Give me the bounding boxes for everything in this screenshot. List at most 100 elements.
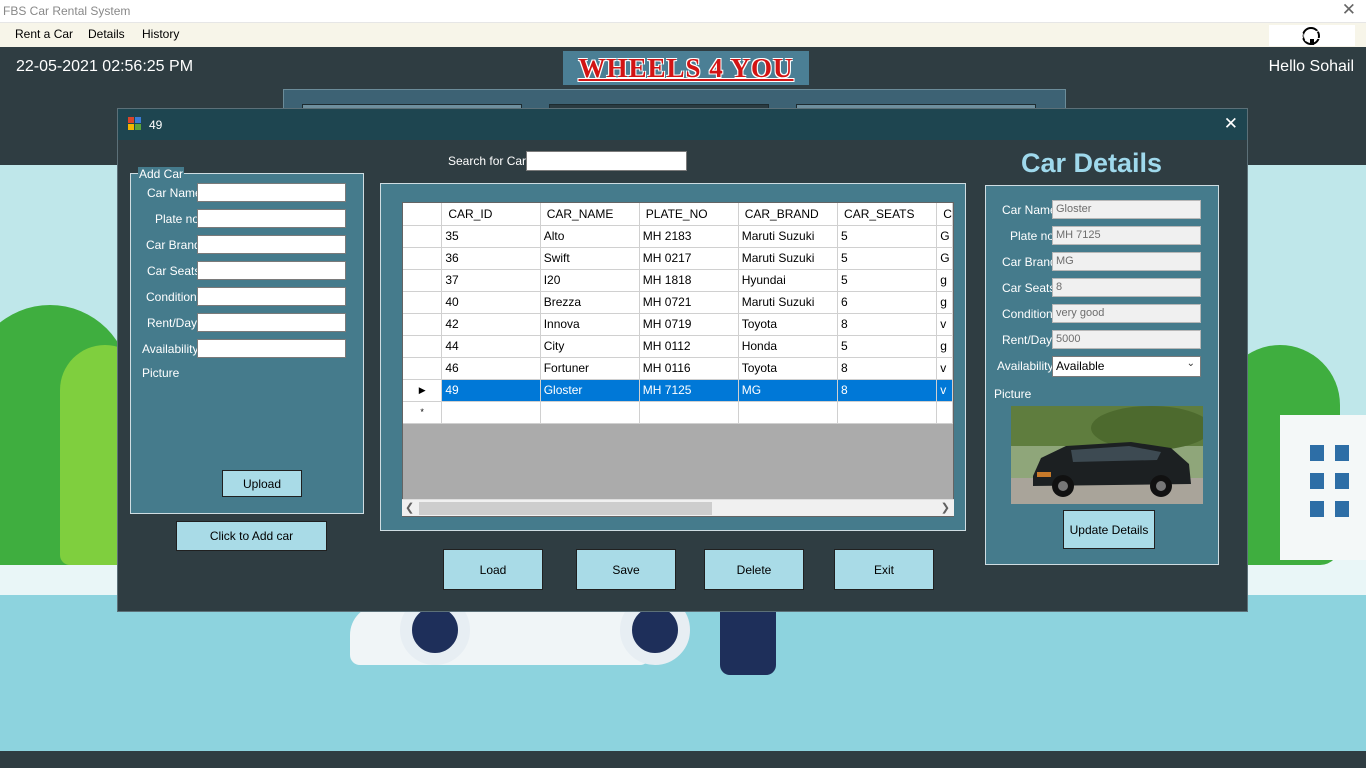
table-row[interactable]: 40 Brezza MH 0721 Maruti Suzuki 6 g (403, 291, 953, 314)
add-availability-input[interactable] (197, 339, 346, 358)
table-cell[interactable]: G (936, 247, 953, 270)
table-cell[interactable]: MH 7125 (639, 379, 739, 402)
table-cell[interactable]: 37 (441, 269, 541, 292)
main-close-icon[interactable]: ✕ (1342, 0, 1356, 20)
detail-name-field[interactable]: Gloster (1052, 200, 1201, 219)
table-cell[interactable]: 5 (837, 269, 938, 292)
load-button[interactable]: Load (443, 549, 543, 590)
table-cell[interactable]: 42 (441, 313, 541, 336)
detail-plate-field[interactable]: MH 7125 (1052, 226, 1201, 245)
car-grid[interactable]: CAR_ID CAR_NAME PLATE_NO CAR_BRAND CAR_S… (402, 202, 954, 517)
table-cell[interactable]: MH 1818 (639, 269, 739, 292)
new-row-cell[interactable] (738, 401, 839, 424)
table-cell[interactable]: Maruti Suzuki (738, 291, 839, 314)
upload-button[interactable]: Upload (222, 470, 302, 497)
table-cell[interactable]: 49 (441, 379, 541, 402)
scroll-thumb[interactable] (419, 502, 712, 515)
add-car-name-input[interactable] (197, 183, 346, 202)
table-cell[interactable]: 8 (837, 357, 938, 380)
table-cell[interactable]: v (936, 313, 953, 336)
table-cell[interactable]: 44 (441, 335, 541, 358)
table-cell[interactable]: 36 (441, 247, 541, 270)
detail-seats-field[interactable]: 8 (1052, 278, 1201, 297)
add-rent-input[interactable] (197, 313, 346, 332)
add-brand-input[interactable] (197, 235, 346, 254)
table-cell[interactable]: 8 (837, 313, 938, 336)
table-cell[interactable]: Innova (540, 313, 640, 336)
table-cell[interactable]: MH 0719 (639, 313, 739, 336)
table-cell[interactable]: City (540, 335, 640, 358)
dialog-close-icon[interactable]: ✕ (1224, 114, 1238, 134)
menu-rent-a-car[interactable]: Rent a Car (15, 27, 73, 41)
table-cell[interactable]: Toyota (738, 313, 839, 336)
col-header-condition[interactable]: C (936, 203, 953, 226)
table-cell[interactable]: g (936, 269, 953, 292)
col-header-car-brand[interactable]: CAR_BRAND (738, 203, 839, 226)
col-header-car-name[interactable]: CAR_NAME (540, 203, 640, 226)
table-cell[interactable]: Toyota (738, 357, 839, 380)
table-cell[interactable]: 8 (837, 379, 938, 402)
detail-rent-field[interactable]: 5000 (1052, 330, 1201, 349)
logout-button[interactable]: Log Out (1269, 25, 1355, 46)
table-row[interactable]: 37 I20 MH 1818 Hyundai 5 g (403, 269, 953, 292)
row-header[interactable] (403, 357, 443, 380)
row-header[interactable] (403, 247, 443, 270)
menu-history[interactable]: History (142, 27, 179, 41)
search-input[interactable] (526, 151, 687, 171)
table-cell[interactable]: Alto (540, 225, 640, 248)
table-cell[interactable]: Gloster (540, 379, 640, 402)
table-cell[interactable]: Brezza (540, 291, 640, 314)
table-cell[interactable]: MH 0116 (639, 357, 739, 380)
table-cell[interactable]: v (936, 379, 953, 402)
table-cell[interactable]: Swift (540, 247, 640, 270)
row-header[interactable]: ▶ (403, 379, 443, 402)
save-button[interactable]: Save (576, 549, 676, 590)
col-header-car-id[interactable]: CAR_ID (441, 203, 541, 226)
menu-details[interactable]: Details (88, 27, 125, 41)
update-details-button[interactable]: Update Details (1063, 510, 1155, 549)
table-row[interactable]: 36 Swift MH 0217 Maruti Suzuki 5 G (403, 247, 953, 270)
detail-brand-field[interactable]: MG (1052, 252, 1201, 271)
col-header-plate-no[interactable]: PLATE_NO (639, 203, 739, 226)
table-cell[interactable]: 5 (837, 225, 938, 248)
table-cell[interactable]: I20 (540, 269, 640, 292)
new-row-cell[interactable] (837, 401, 938, 424)
delete-button[interactable]: Delete (704, 549, 804, 590)
table-row[interactable]: 35 Alto MH 2183 Maruti Suzuki 5 G (403, 225, 953, 248)
table-cell[interactable]: Maruti Suzuki (738, 225, 839, 248)
table-row[interactable]: 44 City MH 0112 Honda 5 g (403, 335, 953, 358)
new-row-cell[interactable] (639, 401, 739, 424)
row-header[interactable] (403, 269, 443, 292)
table-row[interactable]: 42 Innova MH 0719 Toyota 8 v (403, 313, 953, 336)
add-seats-input[interactable] (197, 261, 346, 280)
new-row-cell[interactable] (441, 401, 541, 424)
scroll-left-icon[interactable]: ❮ (405, 501, 414, 514)
table-cell[interactable]: G (936, 225, 953, 248)
new-row-cell[interactable] (936, 401, 953, 424)
new-row[interactable]: * (403, 401, 953, 424)
table-cell[interactable]: Fortuner (540, 357, 640, 380)
table-cell[interactable]: MH 0721 (639, 291, 739, 314)
grid-horizontal-scrollbar[interactable]: ❮ ❯ (402, 499, 954, 516)
add-plate-input[interactable] (197, 209, 346, 228)
table-cell[interactable]: v (936, 357, 953, 380)
table-cell[interactable]: 6 (837, 291, 938, 314)
table-cell[interactable]: 35 (441, 225, 541, 248)
table-cell[interactable]: MG (738, 379, 839, 402)
add-car-button[interactable]: Click to Add car (176, 521, 327, 551)
table-cell[interactable]: MH 0112 (639, 335, 739, 358)
detail-condition-field[interactable]: very good (1052, 304, 1201, 323)
table-row[interactable]: 46 Fortuner MH 0116 Toyota 8 v (403, 357, 953, 380)
col-header-car-seats[interactable]: CAR_SEATS (837, 203, 938, 226)
table-cell[interactable]: g (936, 335, 953, 358)
table-cell[interactable]: 5 (837, 335, 938, 358)
table-cell[interactable]: Honda (738, 335, 839, 358)
add-condition-input[interactable] (197, 287, 346, 306)
table-row[interactable]: ▶ 49 Gloster MH 7125 MG 8 v (403, 379, 953, 402)
availability-select[interactable]: Available ⌄ (1052, 356, 1201, 377)
row-header[interactable] (403, 225, 443, 248)
scroll-right-icon[interactable]: ❯ (941, 501, 950, 514)
exit-button[interactable]: Exit (834, 549, 934, 590)
new-row-cell[interactable] (540, 401, 640, 424)
table-cell[interactable]: 5 (837, 247, 938, 270)
